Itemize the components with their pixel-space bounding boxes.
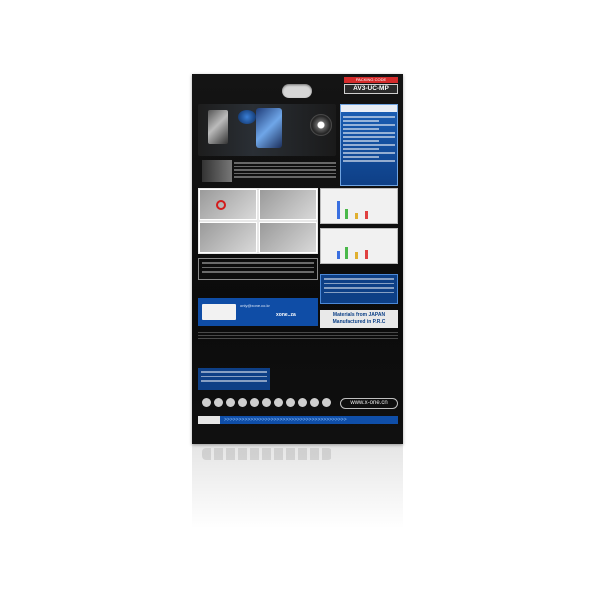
lock-icon <box>322 398 331 407</box>
fine-print <box>198 330 398 342</box>
feature-list <box>198 160 336 184</box>
hero-banner <box>198 104 336 156</box>
caution-text <box>198 258 318 280</box>
feature-image <box>202 160 232 182</box>
origin-box: Materials from JAPAN Manufactured in P.R… <box>320 310 398 328</box>
no-entry-icon <box>216 200 226 210</box>
star-icon <box>274 398 283 407</box>
leaf-icon <box>214 398 223 407</box>
origin-line-1: Materials from JAPAN <box>332 312 386 318</box>
brand-bar: only@xone.co.kr xone..za <box>198 298 318 326</box>
hang-hole <box>282 84 312 98</box>
drop-icon <box>238 398 247 407</box>
info-panel <box>340 104 398 186</box>
info-panel-title <box>341 105 397 112</box>
spectrum-chart <box>320 228 398 264</box>
screen-protector-image <box>256 108 282 148</box>
step-image <box>259 189 317 220</box>
bottom-bar: >>>>>>>>>>>>>>>>>>>>>>>>>>>>>>>>>>>>>>>>… <box>198 416 398 424</box>
package-reflection <box>192 444 403 544</box>
packing-code-label: PACKING CODE <box>344 77 398 83</box>
certification-icons <box>202 396 334 410</box>
gear-icon <box>286 398 295 407</box>
spectrum-charts <box>320 188 398 272</box>
origin-line-2: Manufactured in P.R.C <box>332 319 386 325</box>
recycle-icon <box>202 398 211 407</box>
packing-code: AV3-UC-MP <box>344 84 398 94</box>
product-package: PACKING CODE AV3-UC-MP only@xone.co.kr x… <box>192 74 403 444</box>
brand-logo <box>202 304 236 320</box>
sun-icon <box>250 398 259 407</box>
step-image <box>199 189 257 220</box>
phone-image <box>208 110 228 144</box>
shield-icon <box>226 398 235 407</box>
blue-note <box>198 368 270 390</box>
bottom-tag <box>198 416 220 424</box>
step-image <box>259 222 317 253</box>
brand-url: only@xone.co.kr <box>240 303 270 308</box>
arrow-strip: >>>>>>>>>>>>>>>>>>>>>>>>>>>>>>>>>>>>>>>>… <box>224 417 347 423</box>
heart-icon <box>298 398 307 407</box>
notice-panel <box>320 274 398 304</box>
installation-steps <box>198 188 318 254</box>
globe-icon <box>310 398 319 407</box>
check-icon <box>262 398 271 407</box>
step-image <box>199 222 257 253</box>
badge-icon <box>238 110 256 124</box>
eye-icon <box>310 114 332 136</box>
spectrum-chart <box>320 188 398 224</box>
brand-short: xone..za <box>276 312 296 318</box>
website-url: www.x-one.cn <box>340 398 398 409</box>
reflection-icons <box>202 448 332 460</box>
